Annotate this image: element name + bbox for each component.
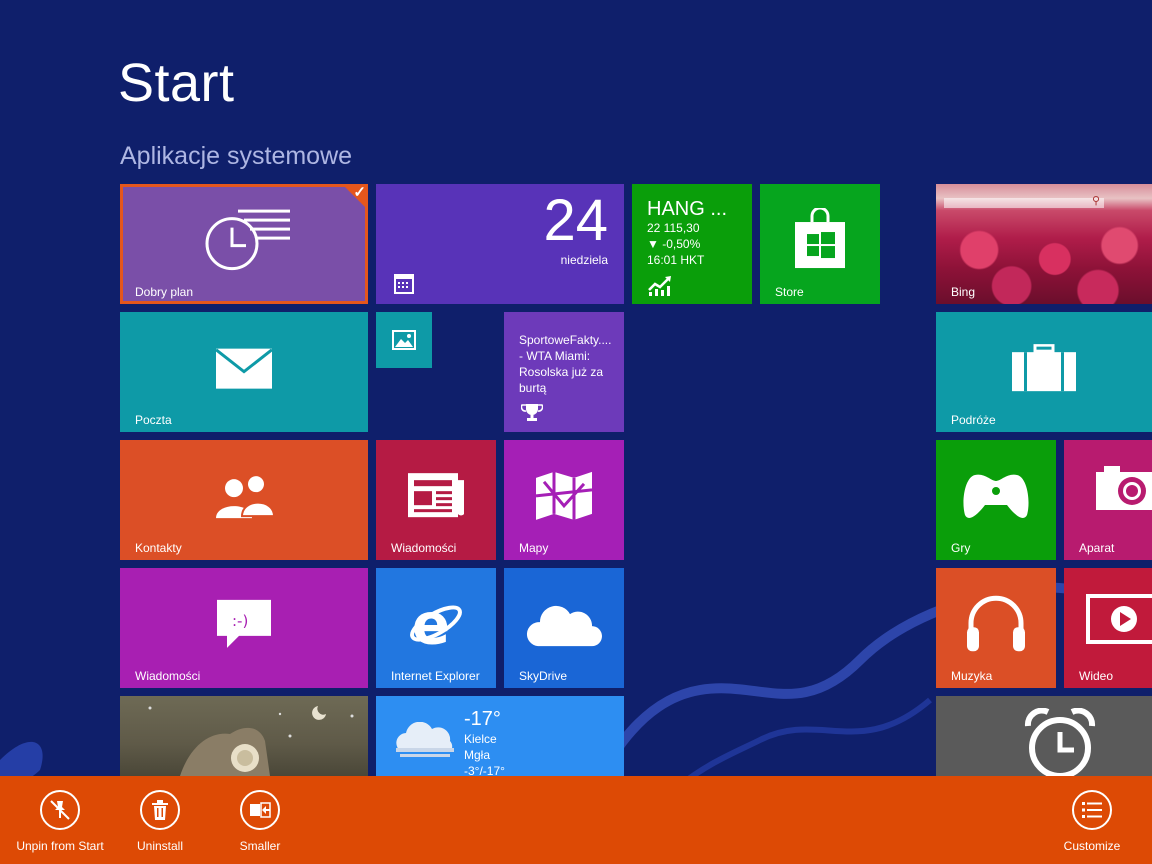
schedule-icon <box>205 209 290 271</box>
map-icon <box>535 471 593 520</box>
tile-mapy[interactable]: Mapy <box>504 440 624 560</box>
tile-label: Poczta <box>135 413 172 427</box>
tile-kontakty[interactable]: Kontakty <box>120 440 368 560</box>
calendar-icon <box>394 274 414 294</box>
tile-dobry-plan[interactable]: ✓ Dobry plan <box>120 184 368 304</box>
mail-icon <box>215 348 273 389</box>
tile-label: Wiadomości <box>135 669 201 683</box>
unpin-from-start-button[interactable]: Unpin from Start <box>5 776 115 864</box>
tile-label: Mapy <box>519 541 549 555</box>
weather-condition: Mgła <box>464 748 491 762</box>
tile-artwork[interactable] <box>120 696 368 776</box>
tile-internet-explorer[interactable]: e Internet Explorer <box>376 568 496 688</box>
store-icon <box>795 208 845 269</box>
smaller-label: Smaller <box>239 839 281 853</box>
people-icon <box>216 474 276 519</box>
camera-icon <box>1096 466 1152 510</box>
tile-poczta[interactable]: Poczta <box>120 312 368 432</box>
svg-text::-): :-) <box>232 612 248 630</box>
internet-explorer-icon: e <box>410 596 462 652</box>
tile-aparat[interactable]: Aparat <box>1064 440 1152 560</box>
tile-alarms[interactable] <box>936 696 1152 776</box>
uninstall-button[interactable]: Uninstall <box>105 776 215 864</box>
tile-podroze[interactable]: Podróże <box>936 312 1152 432</box>
app-bar: Unpin from Start Uninstall Smaller Custo… <box>0 776 1152 864</box>
bing-search-box <box>944 198 1104 208</box>
finance-time: 16:01 HKT <box>647 253 705 267</box>
tile-label: Wideo <box>1079 669 1114 683</box>
tile-label: Muzyka <box>951 669 993 683</box>
checkmark-icon: ✓ <box>353 184 366 201</box>
tile-label: Gry <box>951 541 971 555</box>
tile-wiadomosci-messaging[interactable]: :-) Wiadomości <box>120 568 368 688</box>
chat-bubble-icon: :-) <box>217 599 271 648</box>
sport-headline: SportoweFakty.... - WTA Miami: Rosolska … <box>519 333 612 395</box>
group-label: Aplikacje systemowe <box>120 142 353 170</box>
finance-chart-icon <box>648 276 671 296</box>
tile-wideo[interactable]: Wideo <box>1064 568 1152 688</box>
tile-skydrive[interactable]: SkyDrive <box>504 568 624 688</box>
tile-label: Kontakty <box>135 541 182 555</box>
alarm-clock-icon <box>1024 708 1096 776</box>
headphones-icon <box>967 595 1025 652</box>
fog-cloud-icon <box>396 722 454 757</box>
unpin-icon <box>50 800 70 820</box>
tile-label: Store <box>775 285 804 299</box>
suitcase-icon <box>1012 344 1076 392</box>
tile-label: Dobry plan <box>135 285 194 299</box>
tile-label: Bing <box>951 285 976 299</box>
finance-value: 22 115,30 <box>647 221 700 235</box>
tile-muzyka[interactable]: Muzyka <box>936 568 1056 688</box>
tile-gry[interactable]: Gry <box>936 440 1056 560</box>
smaller-button[interactable]: Smaller <box>205 776 315 864</box>
tile-wiadomosci-news[interactable]: Wiadomości <box>376 440 496 560</box>
unpin-label: Unpin from Start <box>16 839 104 853</box>
weather-temperature: -17° <box>464 708 501 730</box>
tile-label: SkyDrive <box>519 669 568 683</box>
tile-label: Podróże <box>951 413 996 427</box>
tile-photos[interactable] <box>376 312 432 368</box>
customize-label: Customize <box>1063 839 1121 853</box>
tile-label: Aparat <box>1079 541 1115 555</box>
artwork-image <box>148 706 354 776</box>
tile-label: Internet Explorer <box>391 669 480 683</box>
uninstall-label: Uninstall <box>136 839 184 853</box>
trophy-icon <box>521 404 543 421</box>
finance-name: HANG ... <box>647 198 728 220</box>
page-title: Start <box>118 53 235 113</box>
tile-weather[interactable]: -17° Kielce Mgła -3°/-17° <box>376 696 624 776</box>
calendar-day: 24 <box>543 188 608 253</box>
cloud-icon <box>526 605 602 647</box>
xbox-controller-icon <box>963 474 1029 518</box>
search-icon: ⚲ <box>1092 195 1101 207</box>
tile-label: Wiadomości <box>391 541 457 555</box>
list-icon <box>1082 802 1102 818</box>
weather-range: -3°/-17° <box>464 764 505 776</box>
tile-sport-news[interactable]: SportoweFakty.... - WTA Miami: Rosolska … <box>504 312 624 432</box>
video-icon <box>1086 594 1152 644</box>
photos-icon <box>392 330 416 350</box>
tile-store[interactable]: Store <box>760 184 880 304</box>
finance-change: ▼ -0,50% <box>647 237 701 251</box>
calendar-weekday: niedziela <box>560 253 608 267</box>
weather-city: Kielce <box>464 732 497 746</box>
resize-smaller-icon <box>250 802 271 818</box>
newspaper-icon <box>408 473 464 518</box>
tile-calendar[interactable]: 24 niedziela <box>376 184 624 304</box>
customize-button[interactable]: Customize <box>1037 776 1147 864</box>
tile-bing[interactable]: ⚲ Bing <box>936 184 1152 304</box>
trash-icon <box>152 800 168 820</box>
tile-finance[interactable]: HANG ... 22 115,30 ▼ -0,50% 16:01 HKT <box>632 184 752 304</box>
